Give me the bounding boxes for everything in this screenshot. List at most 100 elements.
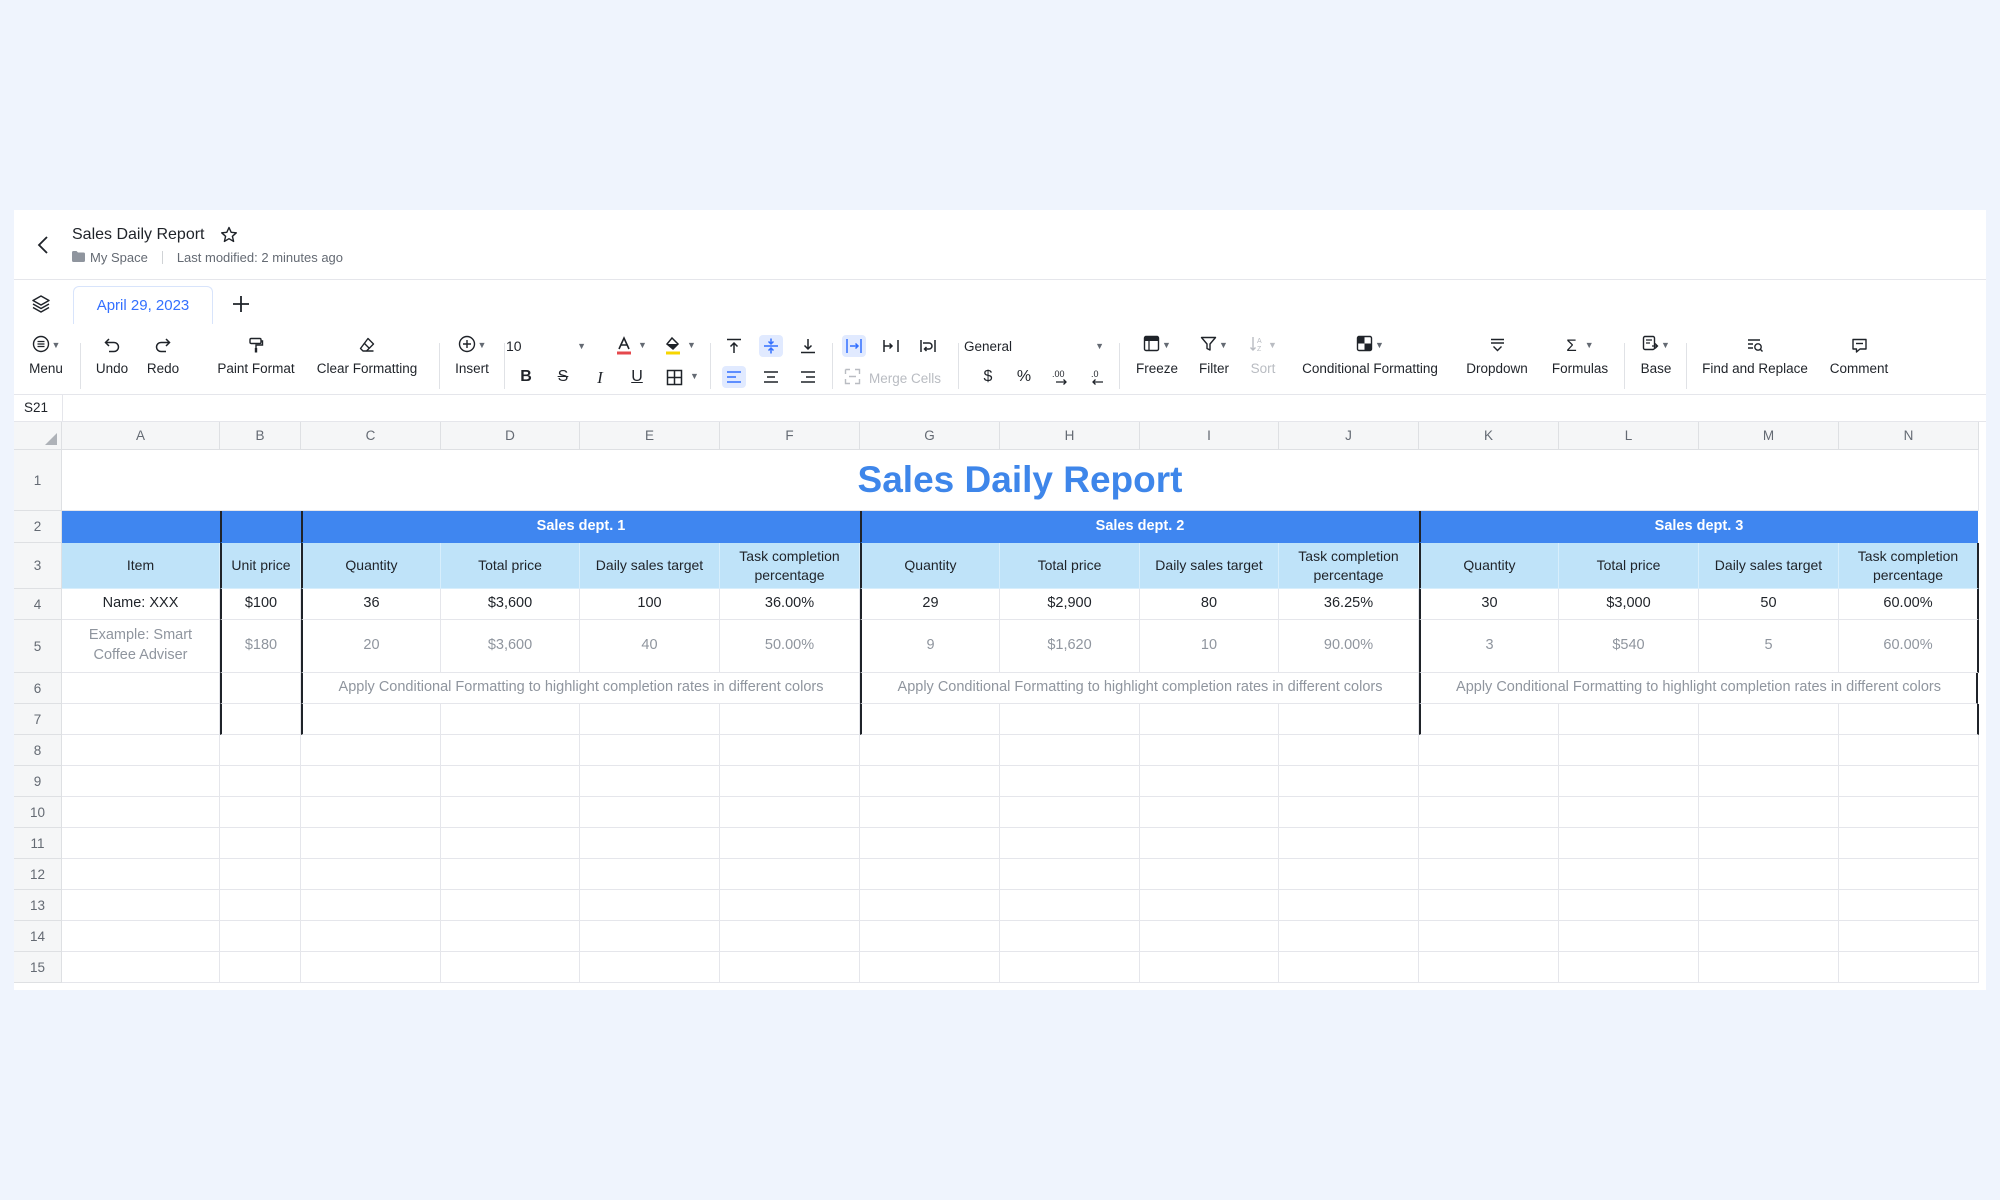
row-header[interactable]: 5 [14, 620, 62, 673]
bold-button[interactable]: B [514, 366, 538, 388]
italic-button[interactable]: I [588, 366, 612, 388]
row-header[interactable]: 3 [14, 543, 62, 589]
cell[interactable] [1839, 704, 1979, 735]
cell[interactable] [441, 735, 580, 766]
cell[interactable] [62, 766, 220, 797]
cell[interactable] [1000, 766, 1140, 797]
column-header[interactable]: A [62, 422, 220, 450]
cell[interactable]: 40 [580, 620, 720, 673]
cell[interactable] [860, 952, 1000, 983]
cell[interactable] [301, 890, 441, 921]
cell[interactable] [580, 797, 720, 828]
cell[interactable] [1000, 890, 1140, 921]
cell[interactable] [1419, 921, 1559, 952]
cell[interactable] [441, 828, 580, 859]
cell[interactable] [441, 921, 580, 952]
cell[interactable] [62, 890, 220, 921]
cell[interactable] [1559, 859, 1699, 890]
align-middle-button[interactable] [759, 335, 783, 357]
column-header[interactable]: K [1419, 422, 1559, 450]
row-header[interactable]: 2 [14, 511, 62, 543]
column-header[interactable]: I [1140, 422, 1279, 450]
cell[interactable] [220, 952, 301, 983]
row-header[interactable]: 10 [14, 797, 62, 828]
cell[interactable] [220, 673, 301, 704]
cell[interactable] [301, 952, 441, 983]
cell[interactable]: $100 [220, 589, 301, 620]
redo-button[interactable]: Redo [145, 333, 181, 383]
column-header[interactable]: M [1699, 422, 1839, 450]
cell[interactable] [1279, 952, 1419, 983]
dept-header-cell[interactable]: Sales dept. 1 [301, 511, 860, 543]
cell[interactable] [441, 859, 580, 890]
row-header[interactable]: 12 [14, 859, 62, 890]
cell[interactable] [1279, 890, 1419, 921]
column-header[interactable]: L [1559, 422, 1699, 450]
cell[interactable]: 60.00% [1839, 589, 1979, 620]
cell[interactable]: 29 [860, 589, 1000, 620]
cell[interactable] [1699, 704, 1839, 735]
column-title-cell[interactable]: Daily sales target [580, 543, 720, 589]
column-header[interactable]: C [301, 422, 441, 450]
cell[interactable] [1000, 921, 1140, 952]
tab-april-29-2023[interactable]: April 29, 2023 [73, 286, 213, 324]
cell[interactable] [1419, 735, 1559, 766]
cell[interactable] [62, 511, 220, 543]
cell[interactable] [1419, 797, 1559, 828]
cell[interactable] [1419, 766, 1559, 797]
cell[interactable] [441, 766, 580, 797]
cell[interactable] [1699, 921, 1839, 952]
menu-button[interactable]: ▼ Menu [26, 333, 66, 383]
cell[interactable] [1559, 921, 1699, 952]
back-icon[interactable] [30, 230, 56, 260]
cell[interactable] [1140, 735, 1279, 766]
cell[interactable]: 100 [580, 589, 720, 620]
cell[interactable]: 30 [1419, 589, 1559, 620]
row-header[interactable]: 7 [14, 704, 62, 735]
cell[interactable] [1279, 704, 1419, 735]
cell[interactable] [1699, 890, 1839, 921]
align-top-button[interactable] [722, 335, 746, 357]
report-title-cell[interactable]: Sales Daily Report [62, 450, 1979, 511]
note-cell[interactable]: Apply Conditional Formatting to highligh… [1419, 673, 1978, 704]
note-cell[interactable]: Apply Conditional Formatting to highligh… [301, 673, 860, 704]
column-title-cell[interactable]: Daily sales target [1140, 543, 1279, 589]
cell[interactable] [220, 511, 301, 543]
cell[interactable] [860, 921, 1000, 952]
cell[interactable] [1839, 952, 1979, 983]
cell[interactable] [220, 859, 301, 890]
row-header[interactable]: 13 [14, 890, 62, 921]
cell[interactable] [220, 797, 301, 828]
decrease-decimal-button[interactable]: .0 [1086, 366, 1110, 388]
cell[interactable] [220, 828, 301, 859]
cell[interactable] [580, 859, 720, 890]
cell[interactable]: 10 [1140, 620, 1279, 673]
cell[interactable] [1419, 704, 1559, 735]
row-header[interactable]: 4 [14, 589, 62, 620]
percent-format-button[interactable]: % [1012, 366, 1036, 388]
cell[interactable]: $3,000 [1559, 589, 1699, 620]
column-title-cell[interactable]: Task completion percentage [1279, 543, 1419, 589]
cell[interactable] [1839, 735, 1979, 766]
cell[interactable] [62, 797, 220, 828]
undo-button[interactable]: Undo [94, 333, 130, 383]
cell[interactable] [720, 704, 860, 735]
cell[interactable]: 3 [1419, 620, 1559, 673]
cell[interactable] [1140, 952, 1279, 983]
row-header[interactable]: 6 [14, 673, 62, 704]
cell[interactable] [62, 673, 220, 704]
align-bottom-button[interactable] [796, 335, 820, 357]
location-link[interactable]: My Space [90, 250, 148, 265]
cell[interactable] [1000, 859, 1140, 890]
column-title-cell[interactable]: Quantity [301, 543, 441, 589]
cell[interactable] [1279, 735, 1419, 766]
cell[interactable] [580, 921, 720, 952]
cell[interactable] [1419, 859, 1559, 890]
row-header[interactable]: 14 [14, 921, 62, 952]
column-header[interactable]: F [720, 422, 860, 450]
cell[interactable] [62, 859, 220, 890]
column-title-cell[interactable]: Quantity [860, 543, 1000, 589]
row-header[interactable]: 1 [14, 450, 62, 511]
cell[interactable] [1279, 766, 1419, 797]
cell[interactable]: $540 [1559, 620, 1699, 673]
